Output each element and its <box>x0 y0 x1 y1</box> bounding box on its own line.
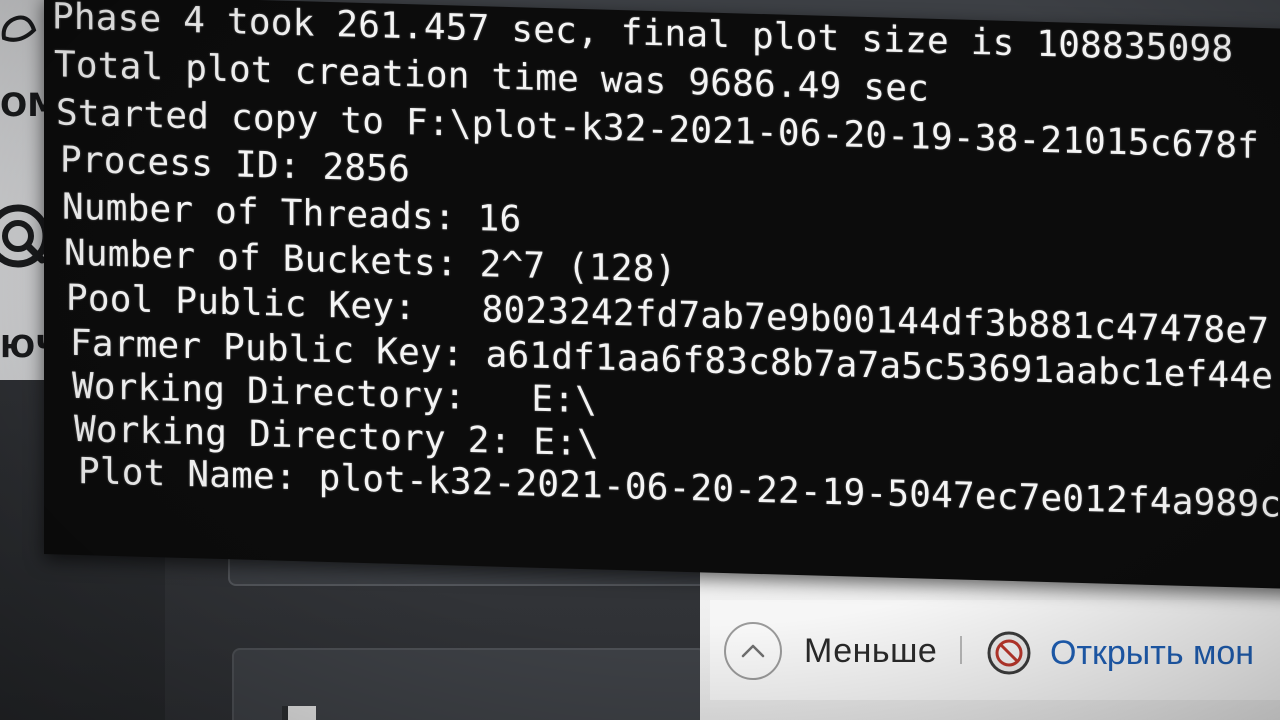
console-window[interactable]: Phase 4 took 261.457 sec, final plot siz… <box>44 0 1280 590</box>
show-less-label: Меньше <box>804 631 938 670</box>
working-dir-value: E:\ <box>531 378 597 422</box>
console-line-threads: Number of Threads: 16 <box>62 187 521 241</box>
blocked-app-icon <box>987 631 1031 675</box>
working-dir-2-value: E:\ <box>533 421 599 465</box>
plot-name-label: Plot Name: <box>78 450 319 499</box>
show-less-button[interactable]: Меньше <box>724 622 937 680</box>
console-output: Phase 4 took 261.457 sec, final plot siz… <box>44 0 1280 589</box>
buckets-label: Number of Buckets: <box>64 232 480 286</box>
open-button[interactable]: Открыть мон <box>986 630 1254 676</box>
background-app-icon <box>1 15 37 42</box>
open-label: Открыть мон <box>1050 633 1255 672</box>
plot-name-value: plot-k32-2021-06-20-22-19-5047ec7e012f4a… <box>318 457 1280 527</box>
photo-of-screen: ОМА ЮЧИ Меньше Открыть мон Phase 4 took … <box>0 0 1280 720</box>
process-id-value: 2856 <box>322 146 411 191</box>
console-line-process-id: Process ID: 2856 <box>60 139 410 190</box>
divider <box>960 636 962 664</box>
chevron-up-icon <box>724 622 782 680</box>
threads-value: 16 <box>477 198 522 241</box>
console-line-plot-name: Plot Name: plot-k32-2021-06-20-22-19-504… <box>78 451 1280 526</box>
threads-label: Number of Threads: <box>62 186 478 240</box>
buckets-value: 2^7 (128) <box>479 244 677 291</box>
background-small-icon <box>282 706 316 720</box>
process-id-label: Process ID: <box>60 139 323 188</box>
pool-key-label: Pool Public Key: <box>66 277 482 331</box>
